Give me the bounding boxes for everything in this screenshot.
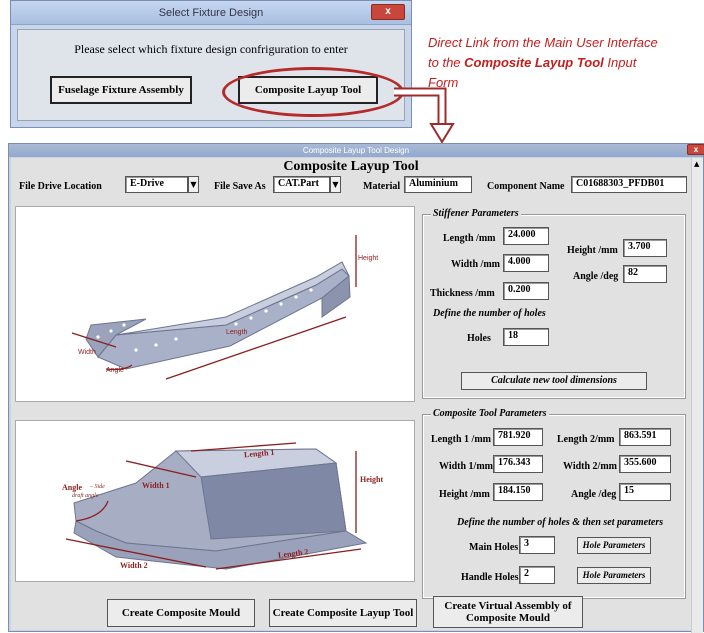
file-save-label: File Save As (214, 181, 266, 192)
side-label: – Side (90, 484, 105, 490)
stiffener-width-input[interactable]: 4.000 (503, 254, 549, 272)
width1-input[interactable]: 176.343 (493, 455, 543, 473)
component-name-label: Component Name (487, 181, 565, 192)
file-save-select[interactable]: CAT.Part (273, 176, 330, 193)
close-icon[interactable]: x (371, 4, 405, 20)
create-virtual-assembly-button[interactable]: Create Virtual Assembly of Composite Mou… (433, 596, 583, 628)
chevron-down-icon[interactable]: ▼ (330, 176, 341, 193)
create-composite-layup-tool-button[interactable]: Create Composite Layup Tool (269, 599, 417, 627)
create-composite-mould-button[interactable]: Create Composite Mould (107, 599, 255, 627)
holes-define-text: Define the number of holes (433, 308, 546, 319)
main-holes-input[interactable]: 3 (519, 536, 555, 554)
width1-label: Width 1 (142, 481, 170, 490)
annotation-text: Direct Link from the Main User Interface… (428, 35, 658, 90)
stiffener-frame-title: Stiffener Parameters (431, 208, 521, 219)
material-label: Material (363, 181, 401, 192)
calculate-button[interactable]: Calculate new tool dimensions (461, 372, 647, 390)
component-name-input[interactable]: C01688303_PFDB01 (571, 176, 687, 193)
handle-hole-parameters-button[interactable]: Hole Parameters (577, 567, 651, 584)
file-drive-label: File Drive Location (19, 181, 102, 192)
tool-height-label: Height /mm (439, 489, 490, 500)
dialog-titlebar: Select Fixture Design x (11, 1, 411, 25)
close-icon[interactable]: x (687, 144, 704, 155)
length2-input[interactable]: 863.591 (619, 428, 671, 446)
scroll-up-icon[interactable]: ▲ (694, 160, 699, 168)
composite-layup-dialog: Composite Layup Tool Design x ▲ Composit… (8, 143, 704, 633)
holes-label: Holes (467, 333, 491, 344)
tool-image: Angle – Side draft angle Width 1 Length … (15, 420, 415, 582)
dialog-title: Composite Layup Tool Design (302, 146, 410, 155)
stiffener-length-label: Length /mm (443, 233, 496, 244)
height-label: Height (360, 475, 384, 484)
tool-angle-label: Angle /deg (571, 489, 617, 500)
stiffener-angle-input[interactable]: 82 (623, 265, 667, 283)
dialog-prompt: Please select which fixture design confr… (74, 42, 348, 56)
length-dim-label: Length (226, 329, 248, 336)
width1-field-label: Width 1/mm (439, 461, 493, 472)
width2-field-label: Width 2/mm (563, 461, 617, 472)
dialog-title: Select Fixture Design (158, 7, 264, 19)
tool-holes-define-text: Define the number of holes & then set pa… (457, 517, 664, 528)
scrollbar[interactable]: ▲ (691, 158, 703, 633)
stiffener-image: Height Length Width Angle (15, 206, 415, 402)
angle-label: Angle (62, 483, 82, 492)
form-body: Composite Layup Tool File Drive Location… (11, 158, 691, 630)
width-dim-label: Width (78, 349, 96, 356)
form-heading: Composite Layup Tool (283, 159, 419, 174)
fuselage-fixture-button[interactable]: Fuselage Fixture Assembly (50, 76, 192, 104)
length2-field-label: Length 2/mm (557, 434, 615, 445)
angle-dim-label: Angle (106, 367, 124, 374)
stiffener-height-input[interactable]: 3.700 (623, 239, 667, 257)
width2-input[interactable]: 355.600 (619, 455, 671, 473)
stiffener-width-label: Width /mm (451, 259, 500, 270)
draft-angle-label: draft angle (72, 493, 99, 499)
dialog-titlebar: Composite Layup Tool Design x (9, 144, 704, 157)
material-input[interactable]: Aluminium (404, 176, 472, 193)
height-dim-label: Height (358, 255, 379, 262)
highlight-ellipse (222, 67, 404, 117)
file-drive-select[interactable]: E-Drive (125, 176, 188, 193)
length1-field-label: Length 1 /mm (431, 434, 491, 445)
length1-input[interactable]: 781.920 (493, 428, 543, 446)
chevron-down-icon[interactable]: ▼ (188, 176, 199, 193)
stiffener-thickness-label: Thickness /mm (430, 288, 495, 299)
handle-holes-label: Handle Holes (461, 572, 519, 583)
width2-label: Width 2 (120, 561, 148, 570)
tool-frame-title: Composite Tool Parameters (431, 408, 549, 419)
handle-holes-input[interactable]: 2 (519, 566, 555, 584)
holes-input[interactable]: 18 (503, 328, 549, 346)
main-holes-label: Main Holes (469, 542, 519, 553)
stiffener-height-label: Height /mm (567, 245, 618, 256)
stiffener-angle-label: Angle /deg (573, 271, 619, 282)
main-hole-parameters-button[interactable]: Hole Parameters (577, 537, 651, 554)
stiffener-length-input[interactable]: 24.000 (503, 227, 549, 245)
stiffener-thickness-input[interactable]: 0.200 (503, 282, 549, 300)
tool-angle-input[interactable]: 15 (619, 483, 671, 501)
tool-height-input[interactable]: 184.150 (493, 483, 543, 501)
